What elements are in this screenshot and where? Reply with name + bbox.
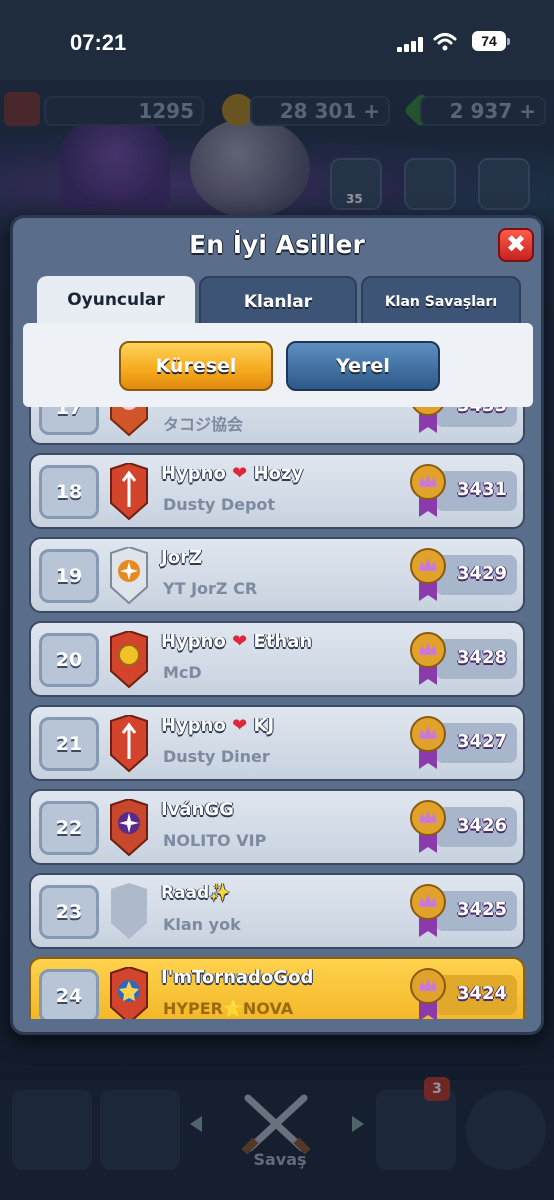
- player-name: IvánGG: [161, 799, 234, 820]
- leaderboard-row[interactable]: 21 Hypno ❤ KJ Dusty Diner 3427: [29, 705, 525, 781]
- rank-box: 22: [39, 801, 99, 855]
- rank-box: 24: [39, 969, 99, 1019]
- trophy-count: 3431: [456, 479, 508, 500]
- crown-medal-icon: [410, 464, 446, 517]
- rank-box: 21: [39, 717, 99, 771]
- heart-icon: ❤: [232, 715, 248, 736]
- modal-title: En İyi Asiller: [189, 230, 365, 259]
- clan-name: Dusty Depot: [163, 495, 276, 514]
- rank-box: 18: [39, 465, 99, 519]
- crown-medal-icon: [410, 632, 446, 685]
- tab-clans[interactable]: Klanlar: [199, 276, 357, 326]
- player-name: Hypno ❤ Hozy: [161, 463, 303, 484]
- leaderboard-list[interactable]: 17 タコジ協会 3433 18 Hypno ❤: [23, 407, 533, 1019]
- leaderboard-modal: En İyi Asiller ✖ Oyuncular Klanlar Klan …: [10, 215, 544, 1035]
- trophy-count: 3424: [456, 983, 508, 1004]
- player-name-part: Ethan: [253, 631, 313, 652]
- crown-medal-icon: [410, 548, 446, 601]
- clan-badge-icon: [110, 463, 148, 521]
- leaderboard-row[interactable]: 18 Hypno ❤ Hozy Dusty Depot 3431: [29, 453, 525, 529]
- player-name: JorZ: [161, 547, 202, 568]
- player-name: Raad✨: [161, 883, 231, 903]
- crown-medal-icon: [410, 716, 446, 769]
- leaderboard-row[interactable]: 17 タコジ協会 3433: [29, 407, 525, 445]
- trophy-count: 3428: [456, 647, 508, 668]
- close-button[interactable]: ✖: [498, 228, 534, 262]
- player-name-part: Hypno: [161, 631, 226, 652]
- crown-medal-icon: [410, 968, 446, 1019]
- clan-name: Klan yok: [163, 915, 241, 934]
- clan-name: YT JorZ CR: [163, 579, 258, 598]
- rank-box: 23: [39, 885, 99, 939]
- local-filter-button[interactable]: Yerel: [286, 341, 440, 391]
- leaderboard-row[interactable]: 23 Raad✨ Klan yok 3425: [29, 873, 525, 949]
- heart-icon: ❤: [232, 463, 248, 484]
- clan-badge-icon: [110, 407, 148, 437]
- trophy-count: 3429: [456, 563, 508, 584]
- rank-box: 17: [39, 407, 99, 435]
- current-player-row[interactable]: 24 I'mTornadoGod HYPER⭐NOVA 3424: [29, 957, 525, 1019]
- wifi-icon: [433, 33, 457, 51]
- clock: 07:21: [70, 30, 127, 55]
- player-name: Hypno ❤ KJ: [161, 715, 274, 736]
- clan-name: HYPER⭐NOVA: [163, 999, 294, 1018]
- clan-name: McD: [163, 663, 202, 682]
- clan-badge-icon: [110, 799, 148, 857]
- player-name: I'mTornadoGod: [161, 967, 314, 988]
- leaderboard-row[interactable]: 19 JorZ YT JorZ CR 3429: [29, 537, 525, 613]
- clan-name: タコジ協会: [163, 415, 244, 434]
- player-name-part: KJ: [253, 715, 275, 736]
- clan-badge-icon: [110, 631, 148, 689]
- trophy-count: 3425: [456, 899, 508, 920]
- status-bar: 07:21 74: [0, 0, 554, 80]
- trophy-count: 3433: [451, 407, 513, 416]
- crown-medal-icon: [412, 407, 444, 433]
- filter-panel: Küresel Yerel: [23, 323, 533, 407]
- tab-players[interactable]: Oyuncular: [37, 276, 195, 326]
- heart-icon: ❤: [232, 631, 248, 652]
- empty-clan-badge-icon: [111, 883, 147, 939]
- tab-clan-wars[interactable]: Klan Savaşları: [361, 276, 521, 326]
- clan-badge-icon: [110, 715, 148, 773]
- modal-header: En İyi Asiller ✖: [13, 218, 541, 274]
- leaderboard-row[interactable]: 20 Hypno ❤ Ethan McD 3428: [29, 621, 525, 697]
- trophy-count: 3427: [456, 731, 508, 752]
- player-name-part: Hypno: [161, 715, 226, 736]
- clan-name: Dusty Diner: [163, 747, 270, 766]
- trophy-count: 3426: [456, 815, 508, 836]
- clan-badge-icon: [110, 547, 148, 605]
- player-name: Hypno ❤ Ethan: [161, 631, 312, 652]
- leaderboard-row[interactable]: 22 IvánGG NOLITO VIP 3426: [29, 789, 525, 865]
- player-name-part: Hozy: [253, 463, 304, 484]
- signal-icon: [397, 36, 425, 52]
- player-name-part: Hypno: [161, 463, 226, 484]
- global-filter-button[interactable]: Küresel: [119, 341, 273, 391]
- crown-medal-icon: [410, 884, 446, 937]
- rank-box: 19: [39, 549, 99, 603]
- crown-medal-icon: [410, 800, 446, 853]
- rank-box: 20: [39, 633, 99, 687]
- clan-name: NOLITO VIP: [163, 831, 267, 850]
- clan-badge-icon: [110, 967, 148, 1019]
- battery-icon: 74: [472, 31, 510, 51]
